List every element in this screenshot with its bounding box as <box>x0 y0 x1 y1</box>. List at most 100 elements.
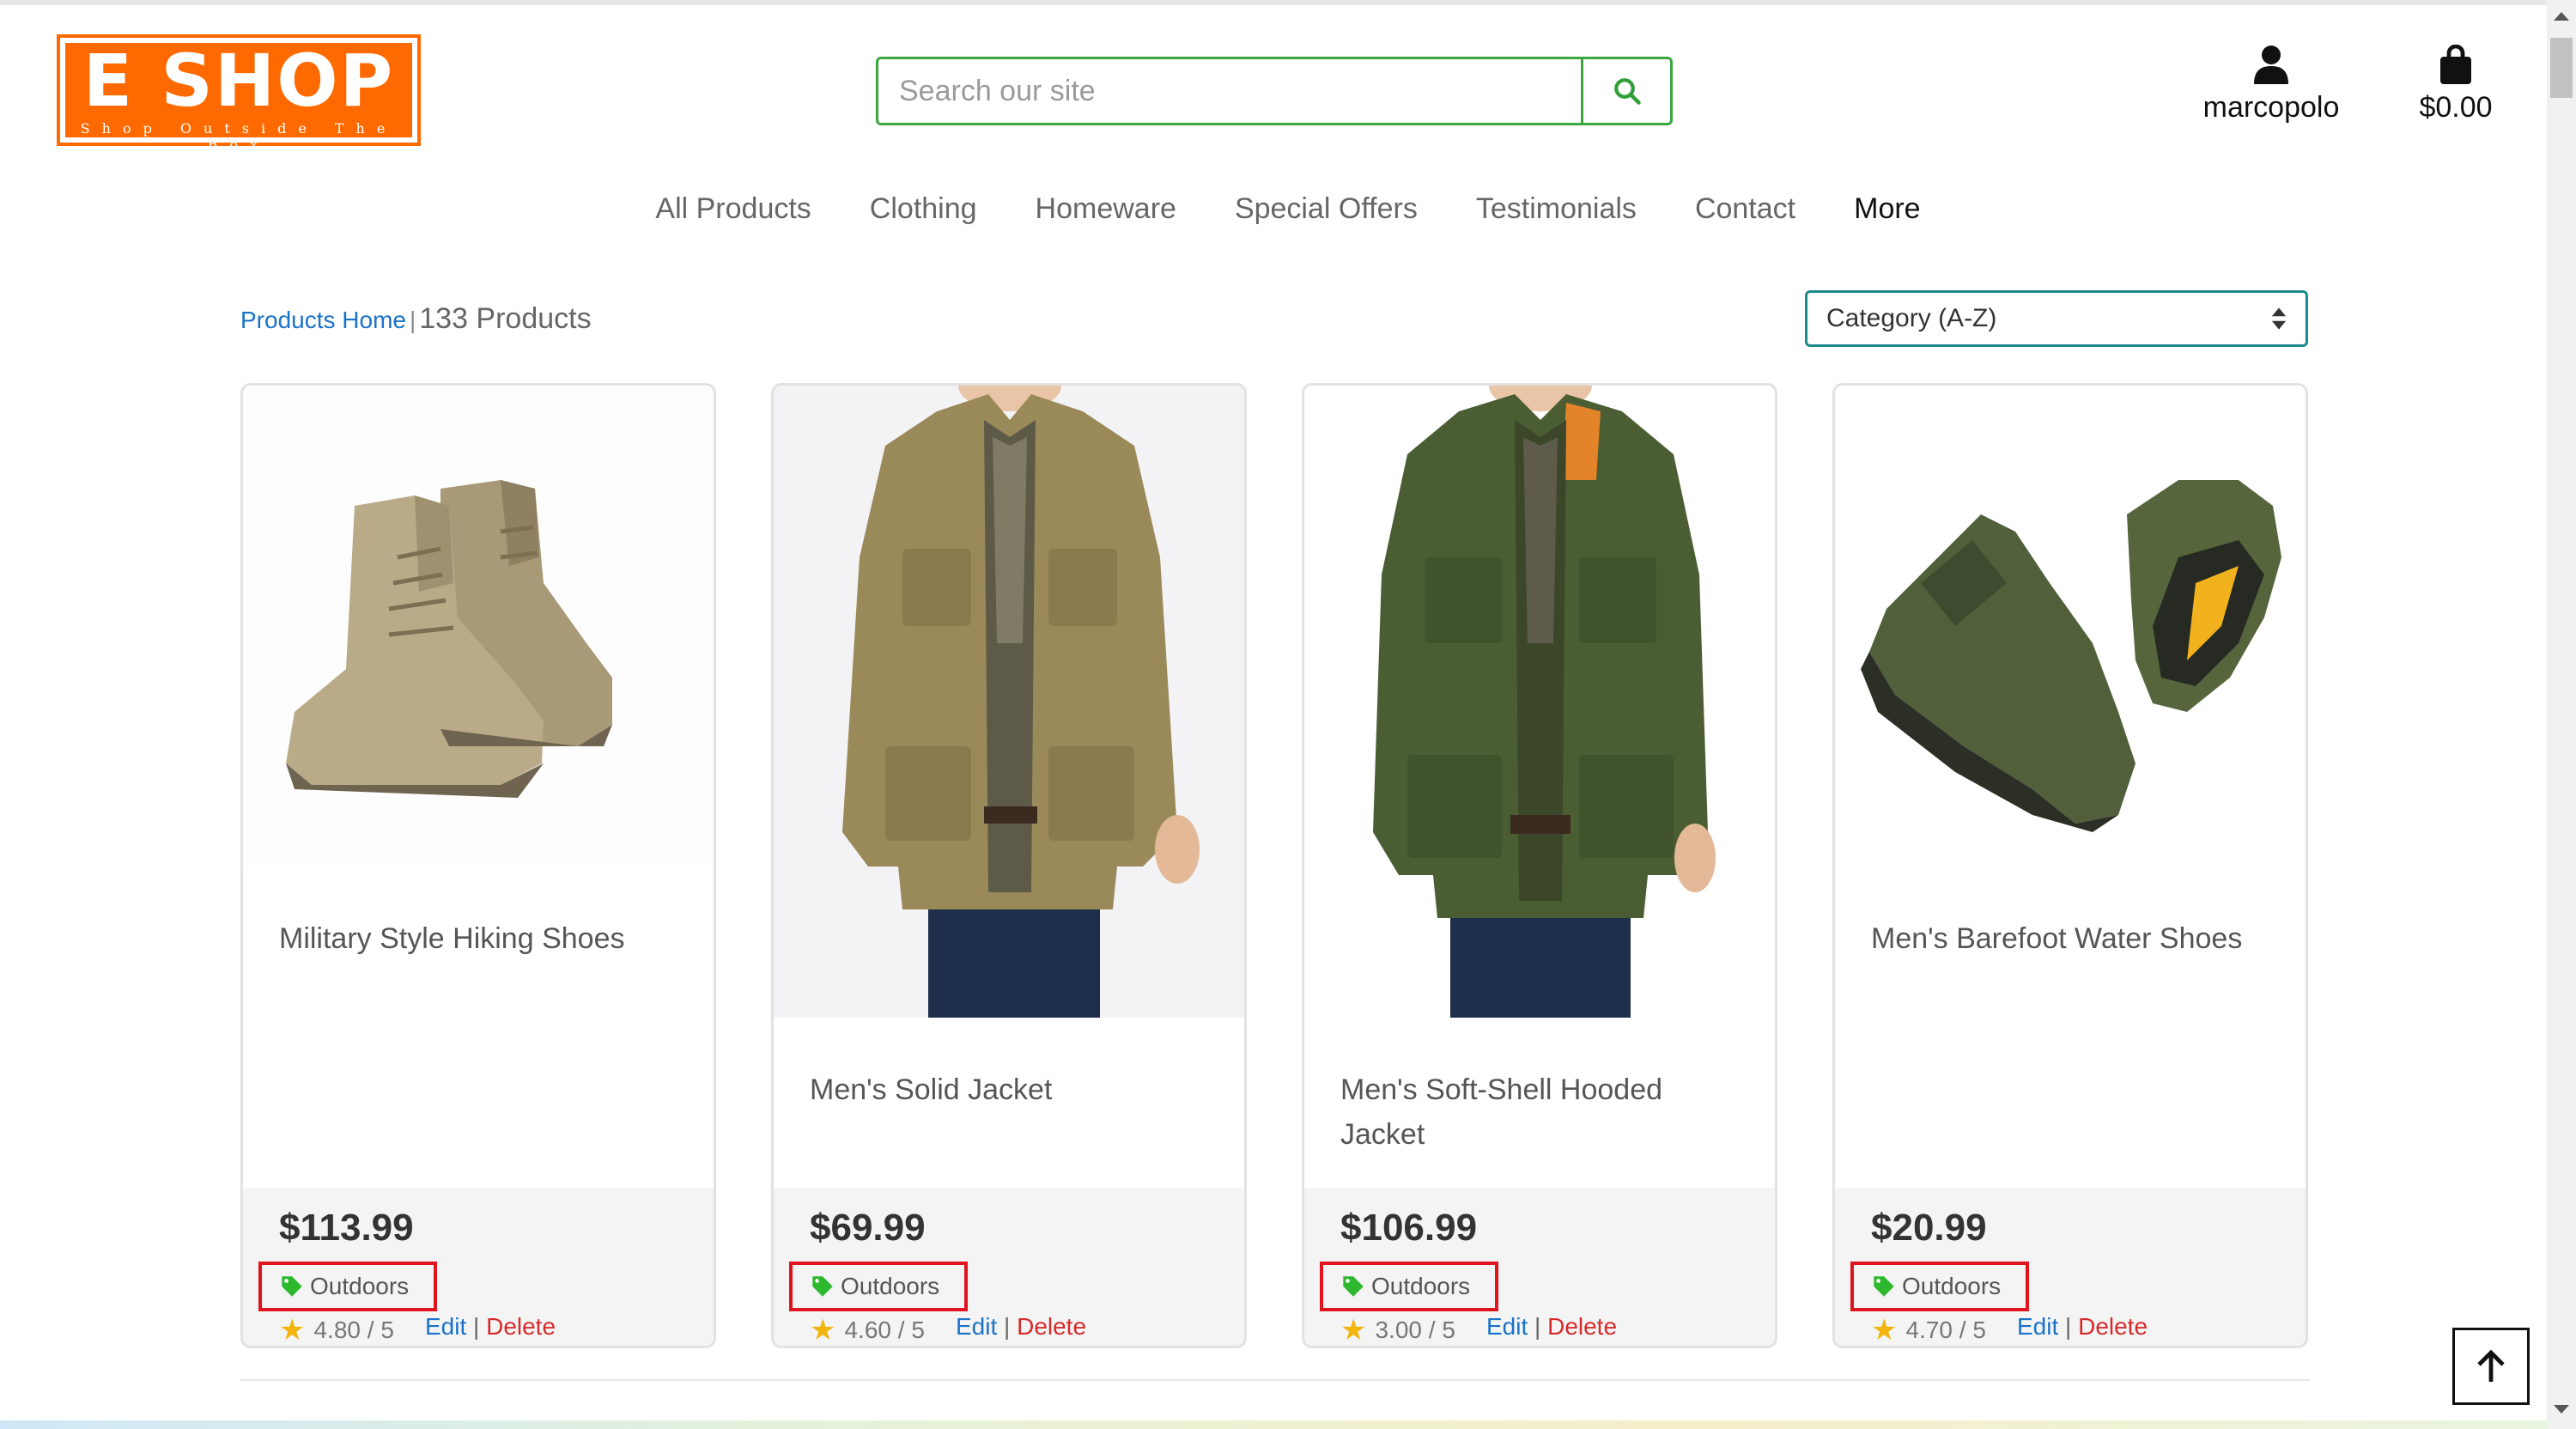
product-card[interactable]: Men's Barefoot Water Shoes $20.99 Outdoo… <box>1832 383 2308 1348</box>
product-image[interactable] <box>243 386 714 867</box>
product-rating: ★ 3.00 / 5 <box>1340 1313 1455 1346</box>
product-rating: ★ 4.80 / 5 <box>279 1313 394 1347</box>
sort-selected-value: Category (A-Z) <box>1826 304 1997 332</box>
product-rating: ★ 4.60 / 5 <box>810 1313 925 1347</box>
section-divider <box>240 1379 2310 1381</box>
cart-link[interactable]: $0.00 <box>2396 45 2516 125</box>
product-category-label: Outdoors <box>841 1273 940 1299</box>
product-price: $20.99 <box>1871 1207 1987 1249</box>
action-separator: | <box>2065 1313 2072 1340</box>
product-category[interactable]: Outdoors <box>789 1262 968 1311</box>
arrow-up-icon <box>2477 1349 2505 1382</box>
product-footer: $113.99 Outdoors ★ 4.80 / 5 Edit | Delete <box>243 1188 714 1347</box>
user-icon <box>2254 46 2288 84</box>
edit-link[interactable]: Edit <box>1486 1313 1528 1340</box>
product-name[interactable]: Men's Soft-Shell Hooded Jacket <box>1340 1067 1735 1157</box>
delete-link[interactable]: Delete <box>486 1313 556 1340</box>
account-link[interactable]: marcopolo <box>2181 45 2361 125</box>
product-admin-actions: Edit | Delete <box>2017 1313 2148 1341</box>
product-category[interactable]: Outdoors <box>1320 1262 1498 1311</box>
edit-link[interactable]: Edit <box>425 1313 466 1340</box>
product-category-label: Outdoors <box>1902 1273 2002 1299</box>
star-icon: ★ <box>810 1314 836 1347</box>
product-image[interactable] <box>774 386 1244 1021</box>
search-button[interactable] <box>1581 59 1670 123</box>
shopping-bag-icon <box>2440 45 2471 84</box>
sort-select[interactable]: Category (A-Z) <box>1805 290 2308 347</box>
product-price: $106.99 <box>1340 1207 1478 1249</box>
breadcrumb-products-home[interactable]: Products Home <box>240 307 406 333</box>
product-footer: $69.99 Outdoors ★ 4.60 / 5 Edit | Delete <box>774 1188 1244 1347</box>
product-price: $113.99 <box>279 1207 414 1249</box>
cart-total: $0.00 <box>2419 91 2493 124</box>
star-icon: ★ <box>279 1314 306 1347</box>
delete-link[interactable]: Delete <box>1547 1313 1617 1340</box>
scrollbar-thumb[interactable] <box>2550 38 2573 98</box>
product-count: 133 Products <box>419 302 592 335</box>
edit-link[interactable]: Edit <box>2017 1313 2058 1340</box>
breadcrumb-separator: | <box>409 307 416 333</box>
delete-link[interactable]: Delete <box>1017 1313 1086 1340</box>
action-separator: | <box>1534 1313 1541 1340</box>
action-separator: | <box>473 1313 480 1340</box>
nav-special-offers[interactable]: Special Offers <box>1206 192 1447 226</box>
product-rating-value: 4.80 / 5 <box>313 1317 394 1343</box>
top-border <box>0 0 2576 5</box>
product-name[interactable]: Men's Solid Jacket <box>810 1067 1205 1112</box>
water-shoes-image <box>1835 386 2306 867</box>
logo-tagline: Shop Outside The Box <box>80 120 398 153</box>
product-card[interactable]: Men's Solid Jacket $69.99 Outdoors ★ 4.60… <box>771 383 1247 1348</box>
sort-arrows-icon <box>2271 307 2287 330</box>
scroll-down-arrow[interactable] <box>2554 1405 2569 1414</box>
product-name[interactable]: Men's Barefoot Water Shoes <box>1871 916 2266 961</box>
search-icon <box>1613 78 1641 105</box>
product-rating-value: 4.70 / 5 <box>1905 1317 1986 1343</box>
eshop-logo[interactable]: E SHOP Shop Outside The Box <box>57 34 421 153</box>
nav-homeware[interactable]: Homeware <box>1006 192 1206 226</box>
product-category[interactable]: Outdoors <box>1850 1262 2029 1311</box>
delete-link[interactable]: Delete <box>2078 1313 2148 1340</box>
product-admin-actions: Edit | Delete <box>1486 1313 1617 1341</box>
product-category-label: Outdoors <box>310 1273 410 1299</box>
product-rating-value: 4.60 / 5 <box>844 1317 925 1343</box>
scroll-up-arrow[interactable] <box>2554 12 2569 21</box>
tag-icon <box>282 1276 302 1297</box>
account-username: marcopolo <box>2202 91 2340 124</box>
product-category-label: Outdoors <box>1371 1273 1471 1299</box>
product-name[interactable]: Military Style Hiking Shoes <box>279 916 674 961</box>
nav-contact[interactable]: Contact <box>1666 192 1825 226</box>
breadcrumb: Products Home | 133 Products <box>240 302 592 336</box>
tag-icon <box>1343 1276 1364 1297</box>
search-bar <box>876 57 1673 125</box>
page-scrollbar[interactable] <box>2547 0 2576 1429</box>
product-admin-actions: Edit | Delete <box>956 1313 1086 1341</box>
logo-plate: E SHOP Shop Outside The Box <box>65 39 412 153</box>
hiking-boots-image <box>243 386 714 867</box>
product-rating-value: 3.00 / 5 <box>1375 1317 1455 1343</box>
product-image[interactable] <box>1835 386 2306 867</box>
tag-icon <box>812 1276 833 1297</box>
solid-jacket-image <box>774 386 1244 1021</box>
product-category[interactable]: Outdoors <box>258 1262 437 1311</box>
action-separator: | <box>1004 1313 1011 1340</box>
product-footer: $20.99 Outdoors ★ 4.70 / 5 Edit | Delete <box>1835 1188 2306 1347</box>
main-nav: All Products Clothing Homeware Special O… <box>0 192 2576 226</box>
bottom-gradient-strip <box>0 1420 2547 1429</box>
nav-more[interactable]: More <box>1825 192 1949 226</box>
logo-title: E SHOP <box>82 39 395 123</box>
tag-icon <box>1874 1276 1894 1297</box>
search-input[interactable] <box>878 59 1581 123</box>
product-price: $69.99 <box>810 1207 926 1249</box>
nav-clothing[interactable]: Clothing <box>841 192 1006 226</box>
star-icon: ★ <box>1871 1314 1898 1347</box>
product-image[interactable] <box>1304 386 1775 1021</box>
hooded-jacket-image <box>1304 386 1775 1021</box>
nav-all-products[interactable]: All Products <box>626 192 840 226</box>
nav-testimonials[interactable]: Testimonials <box>1447 192 1666 226</box>
scroll-to-top-button[interactable] <box>2452 1328 2530 1405</box>
product-footer: $106.99 Outdoors ★ 3.00 / 5 Edit | Delete <box>1304 1188 1775 1346</box>
product-card[interactable]: Men's Soft-Shell Hooded Jacket $106.99 O… <box>1302 383 1777 1348</box>
edit-link[interactable]: Edit <box>956 1313 997 1340</box>
product-card[interactable]: Military Style Hiking Shoes $113.99 Outd… <box>240 383 716 1348</box>
product-rating: ★ 4.70 / 5 <box>1871 1313 1986 1347</box>
